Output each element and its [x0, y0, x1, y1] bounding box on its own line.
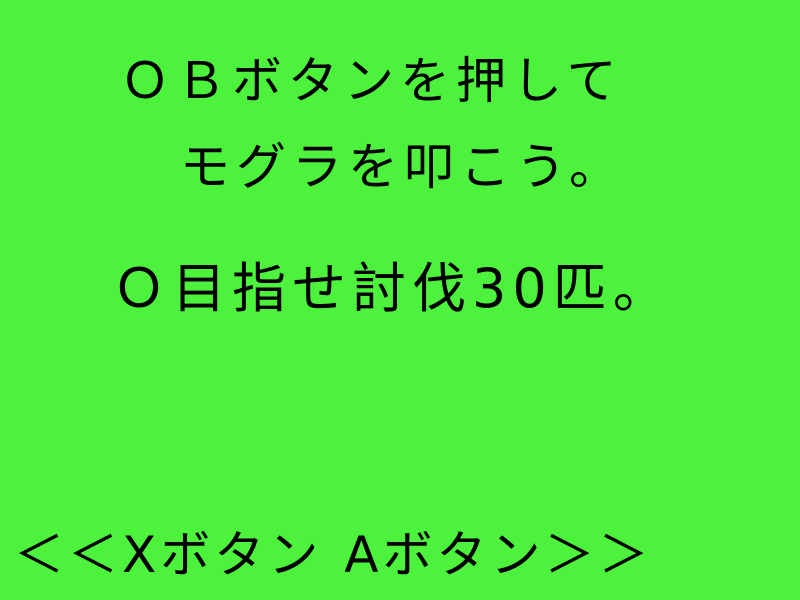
next-button-label[interactable]: Aボタン [344, 526, 544, 584]
navigation-hint: ＜＜Xボタン Aボタン＞＞ [14, 530, 652, 580]
instruction-line-1: ＯＢボタンを押して [120, 52, 623, 110]
prev-button-label[interactable]: Xボタン [122, 526, 322, 584]
instruction-line-2: モグラを叩こう。 [180, 138, 625, 196]
game-screen: { "instructions": { "line1": "ＯＢボタンを押して"… [0, 0, 800, 600]
goal-text: Ｏ目指せ討伐30匹。 [112, 257, 673, 320]
prev-arrows: ＜＜ [14, 526, 122, 584]
next-arrows: ＞＞ [544, 526, 653, 584]
